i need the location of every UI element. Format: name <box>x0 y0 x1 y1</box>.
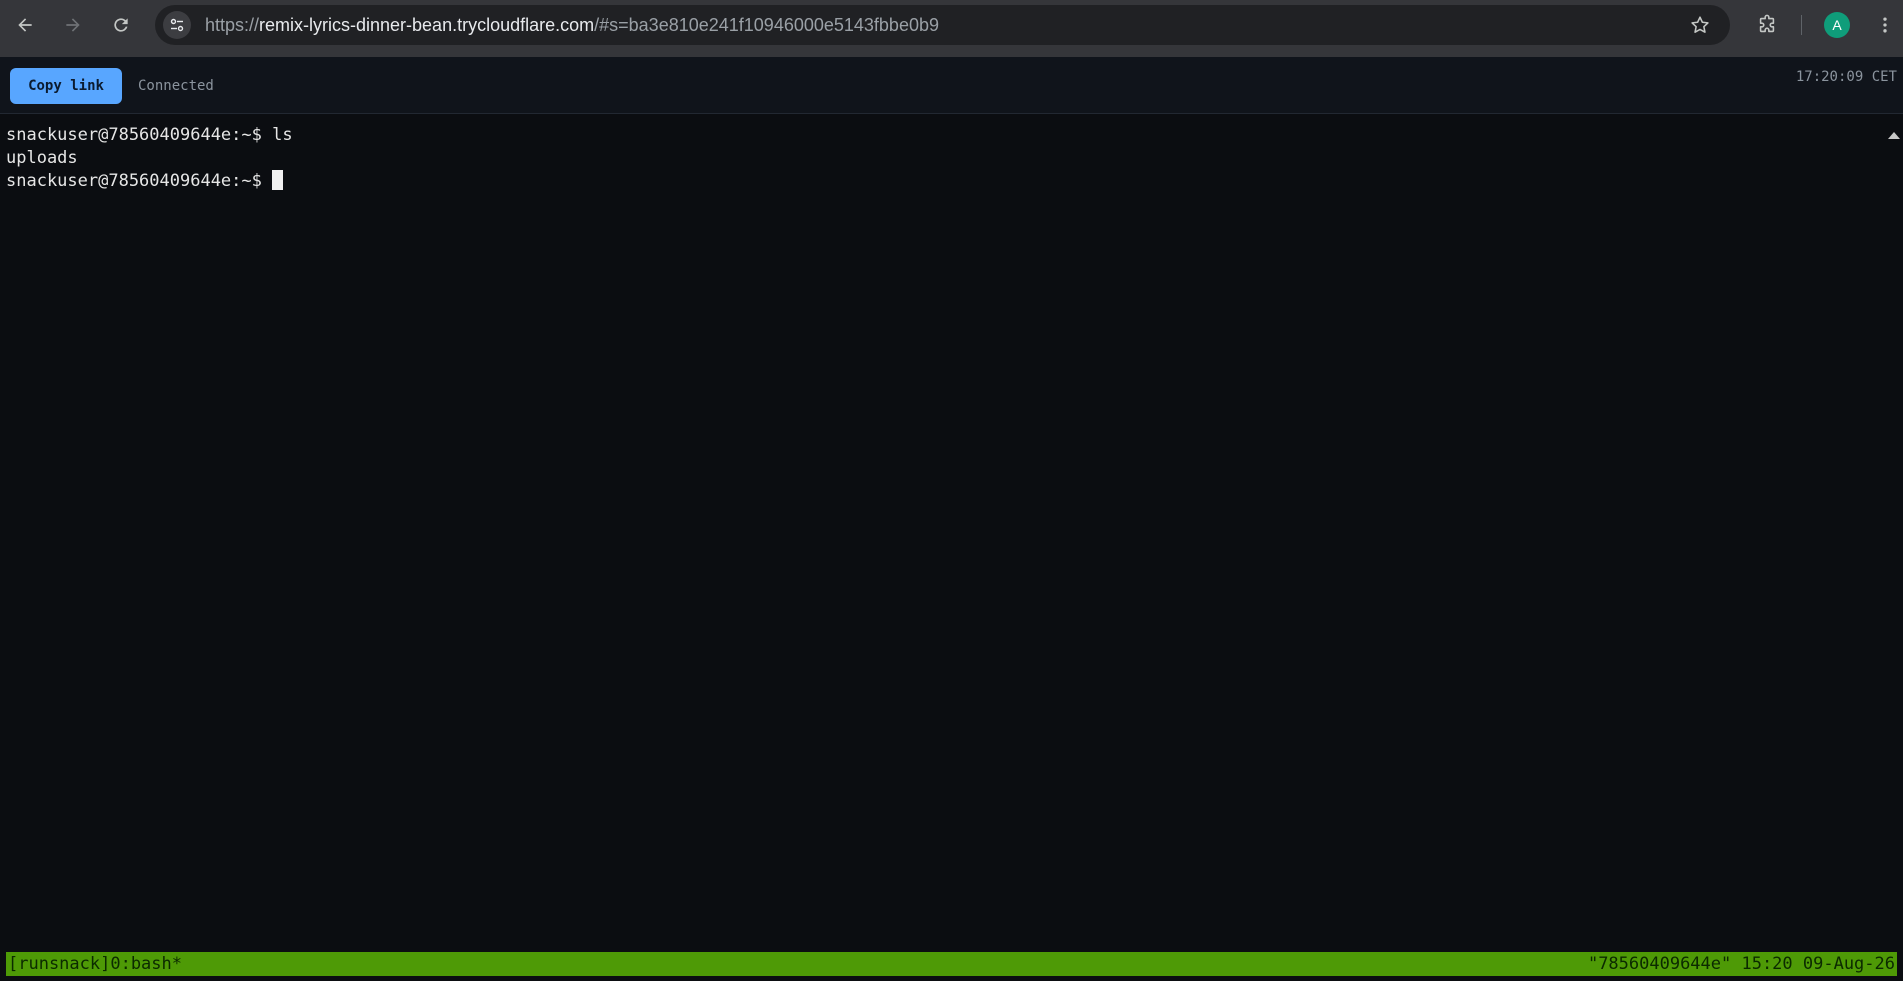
terminal-line: uploads <box>6 148 78 168</box>
tmux-window-list: [runsnack]0:bash* <box>8 954 182 974</box>
reload-button[interactable] <box>106 10 136 40</box>
url-path: /#s=ba3e810e241f10946000e5143fbbe0b9 <box>594 15 939 35</box>
bookmark-star-icon <box>1691 16 1709 33</box>
clock: 17:20:09 CET <box>1795 69 1897 85</box>
terminal-cursor <box>271 170 283 190</box>
back-icon <box>18 18 32 32</box>
url-scheme: https:// <box>205 15 260 35</box>
site-info-icon <box>170 18 184 32</box>
extensions-icon <box>1759 14 1775 33</box>
address-bar[interactable]: https://remix-lyrics-dinner-bean.tryclou… <box>155 5 1730 45</box>
tmux-status-bar: [runsnack]0:bash* "78560409644e" 15:20 0… <box>6 952 1897 976</box>
terminal[interactable]: snackuser@78560409644e:~$ ls uploads sna… <box>0 114 1884 952</box>
copy-link-button[interactable]: Copy link <box>10 68 122 104</box>
profile-button[interactable]: A <box>1822 10 1852 40</box>
terminal-prompt-line: snackuser@78560409644e:~$ <box>6 170 1884 193</box>
terminal-scrollbar[interactable] <box>1884 124 1903 952</box>
back-button[interactable] <box>10 10 40 40</box>
toolbar-divider <box>1801 15 1802 35</box>
connection-status: Connected <box>138 78 214 94</box>
terminal-prompt: snackuser@78560409644e:~$ <box>6 171 262 191</box>
browser-toolbar: https://remix-lyrics-dinner-bean.tryclou… <box>0 0 1903 57</box>
menu-icon <box>1883 17 1887 33</box>
forward-button[interactable] <box>58 10 88 40</box>
site-info-button[interactable] <box>163 11 191 39</box>
tmux-status-right: "78560409644e" 15:20 09-Aug-26 <box>1587 954 1895 974</box>
url-text[interactable]: https://remix-lyrics-dinner-bean.tryclou… <box>205 5 939 45</box>
browser-menu-button[interactable] <box>1870 10 1900 40</box>
extensions-button[interactable] <box>1752 10 1782 40</box>
forward-icon <box>66 18 80 32</box>
app-header: Copy link Connected 17:20:09 CET <box>0 57 1903 114</box>
scroll-up-arrow-icon[interactable] <box>1888 132 1900 139</box>
terminal-line: snackuser@78560409644e:~$ ls <box>6 125 293 145</box>
reload-icon <box>114 18 128 32</box>
avatar: A <box>1824 12 1850 38</box>
url-host: remix-lyrics-dinner-bean.trycloudflare.c… <box>259 15 595 35</box>
bookmark-button[interactable] <box>1688 13 1712 37</box>
